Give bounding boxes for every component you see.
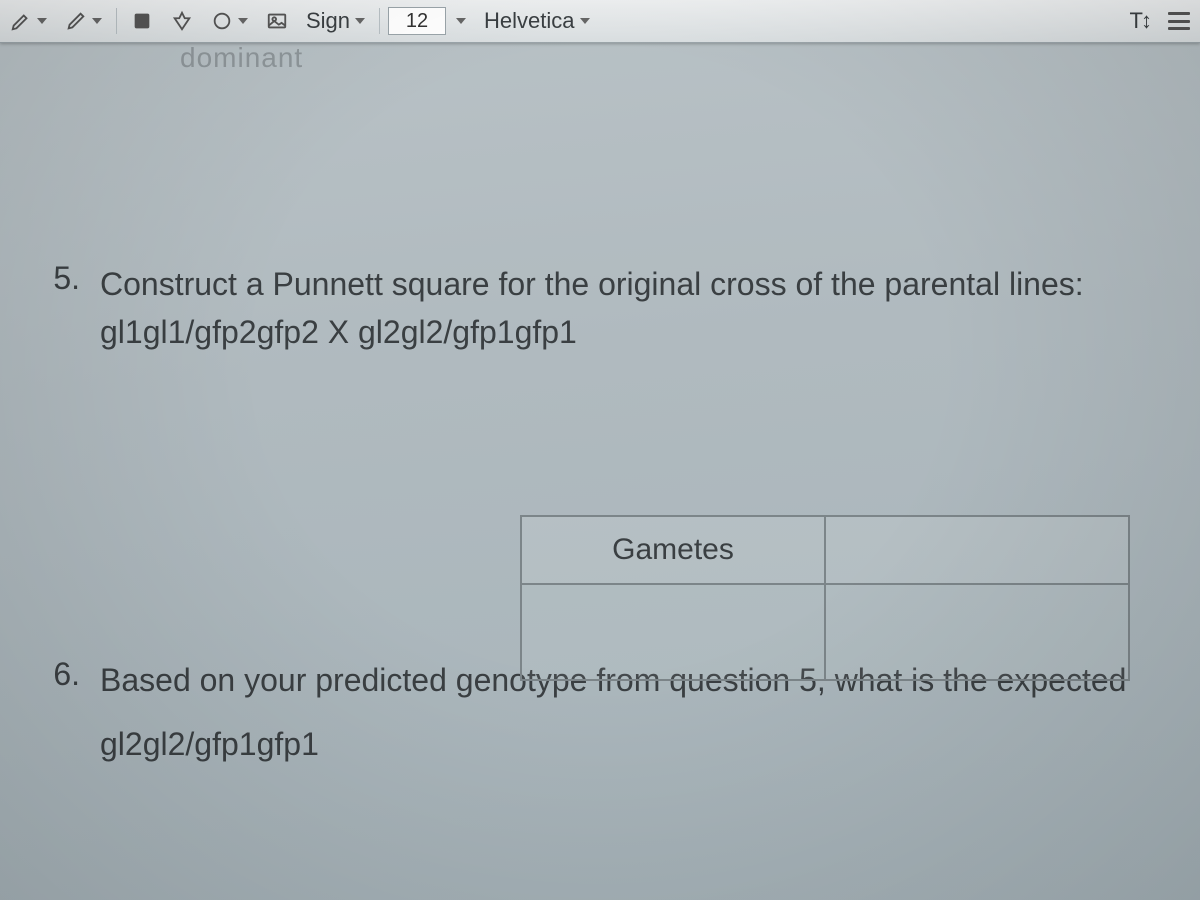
hamburger-icon [1168, 12, 1190, 30]
circle-icon [211, 10, 233, 32]
font-family-menu[interactable]: Helvetica [478, 3, 595, 39]
chevron-down-icon [92, 18, 102, 24]
chevron-down-icon [37, 18, 47, 24]
font-name-label: Helvetica [484, 8, 574, 34]
punnett-header-empty [825, 516, 1129, 584]
pen-icon [65, 10, 87, 32]
punnett-square: Gametes [520, 515, 1130, 681]
note-tool[interactable] [125, 3, 159, 39]
font-size-input[interactable]: 12 [388, 7, 446, 35]
q6-sub: gl2gl2/gfp1gfp1 [100, 726, 1160, 763]
question-number: 5. [40, 260, 80, 356]
image-tool[interactable] [260, 3, 294, 39]
pen-tool[interactable] [59, 3, 108, 39]
chevron-down-icon [580, 18, 590, 24]
sign-menu[interactable]: Sign [300, 3, 371, 39]
highlighter-icon [10, 10, 32, 32]
stamp-tool[interactable] [165, 3, 199, 39]
question-5: 5. Construct a Punnett square for the or… [40, 260, 1160, 356]
menu-button[interactable] [1162, 3, 1196, 39]
shape-tool[interactable] [205, 3, 254, 39]
separator [379, 8, 380, 34]
text-height-tool[interactable]: T↕ [1124, 3, 1156, 39]
stamp-icon [171, 10, 193, 32]
text-height-icon: T↕ [1130, 8, 1150, 34]
punnett-cell [521, 584, 825, 680]
question-body: Construct a Punnett square for the origi… [100, 260, 1084, 356]
punnett-header: Gametes [521, 516, 825, 584]
sign-label: Sign [306, 8, 350, 34]
chevron-down-icon [355, 18, 365, 24]
q5-line1: Construct a Punnett square for the origi… [100, 266, 1084, 302]
separator [116, 8, 117, 34]
question-number: 6. [40, 656, 80, 704]
document-page: 5. Construct a Punnett square for the or… [0, 50, 1200, 900]
image-icon [266, 10, 288, 32]
chevron-down-icon[interactable] [456, 18, 466, 24]
note-icon [131, 10, 153, 32]
toolbar: Sign 12 Helvetica T↕ [0, 0, 1200, 43]
chevron-down-icon [238, 18, 248, 24]
q5-line2: gl1gl1/gfp2gfp2 X gl2gl2/gfp1gfp1 [100, 314, 577, 350]
punnett-cell [825, 584, 1129, 680]
highlighter-tool[interactable] [4, 3, 53, 39]
